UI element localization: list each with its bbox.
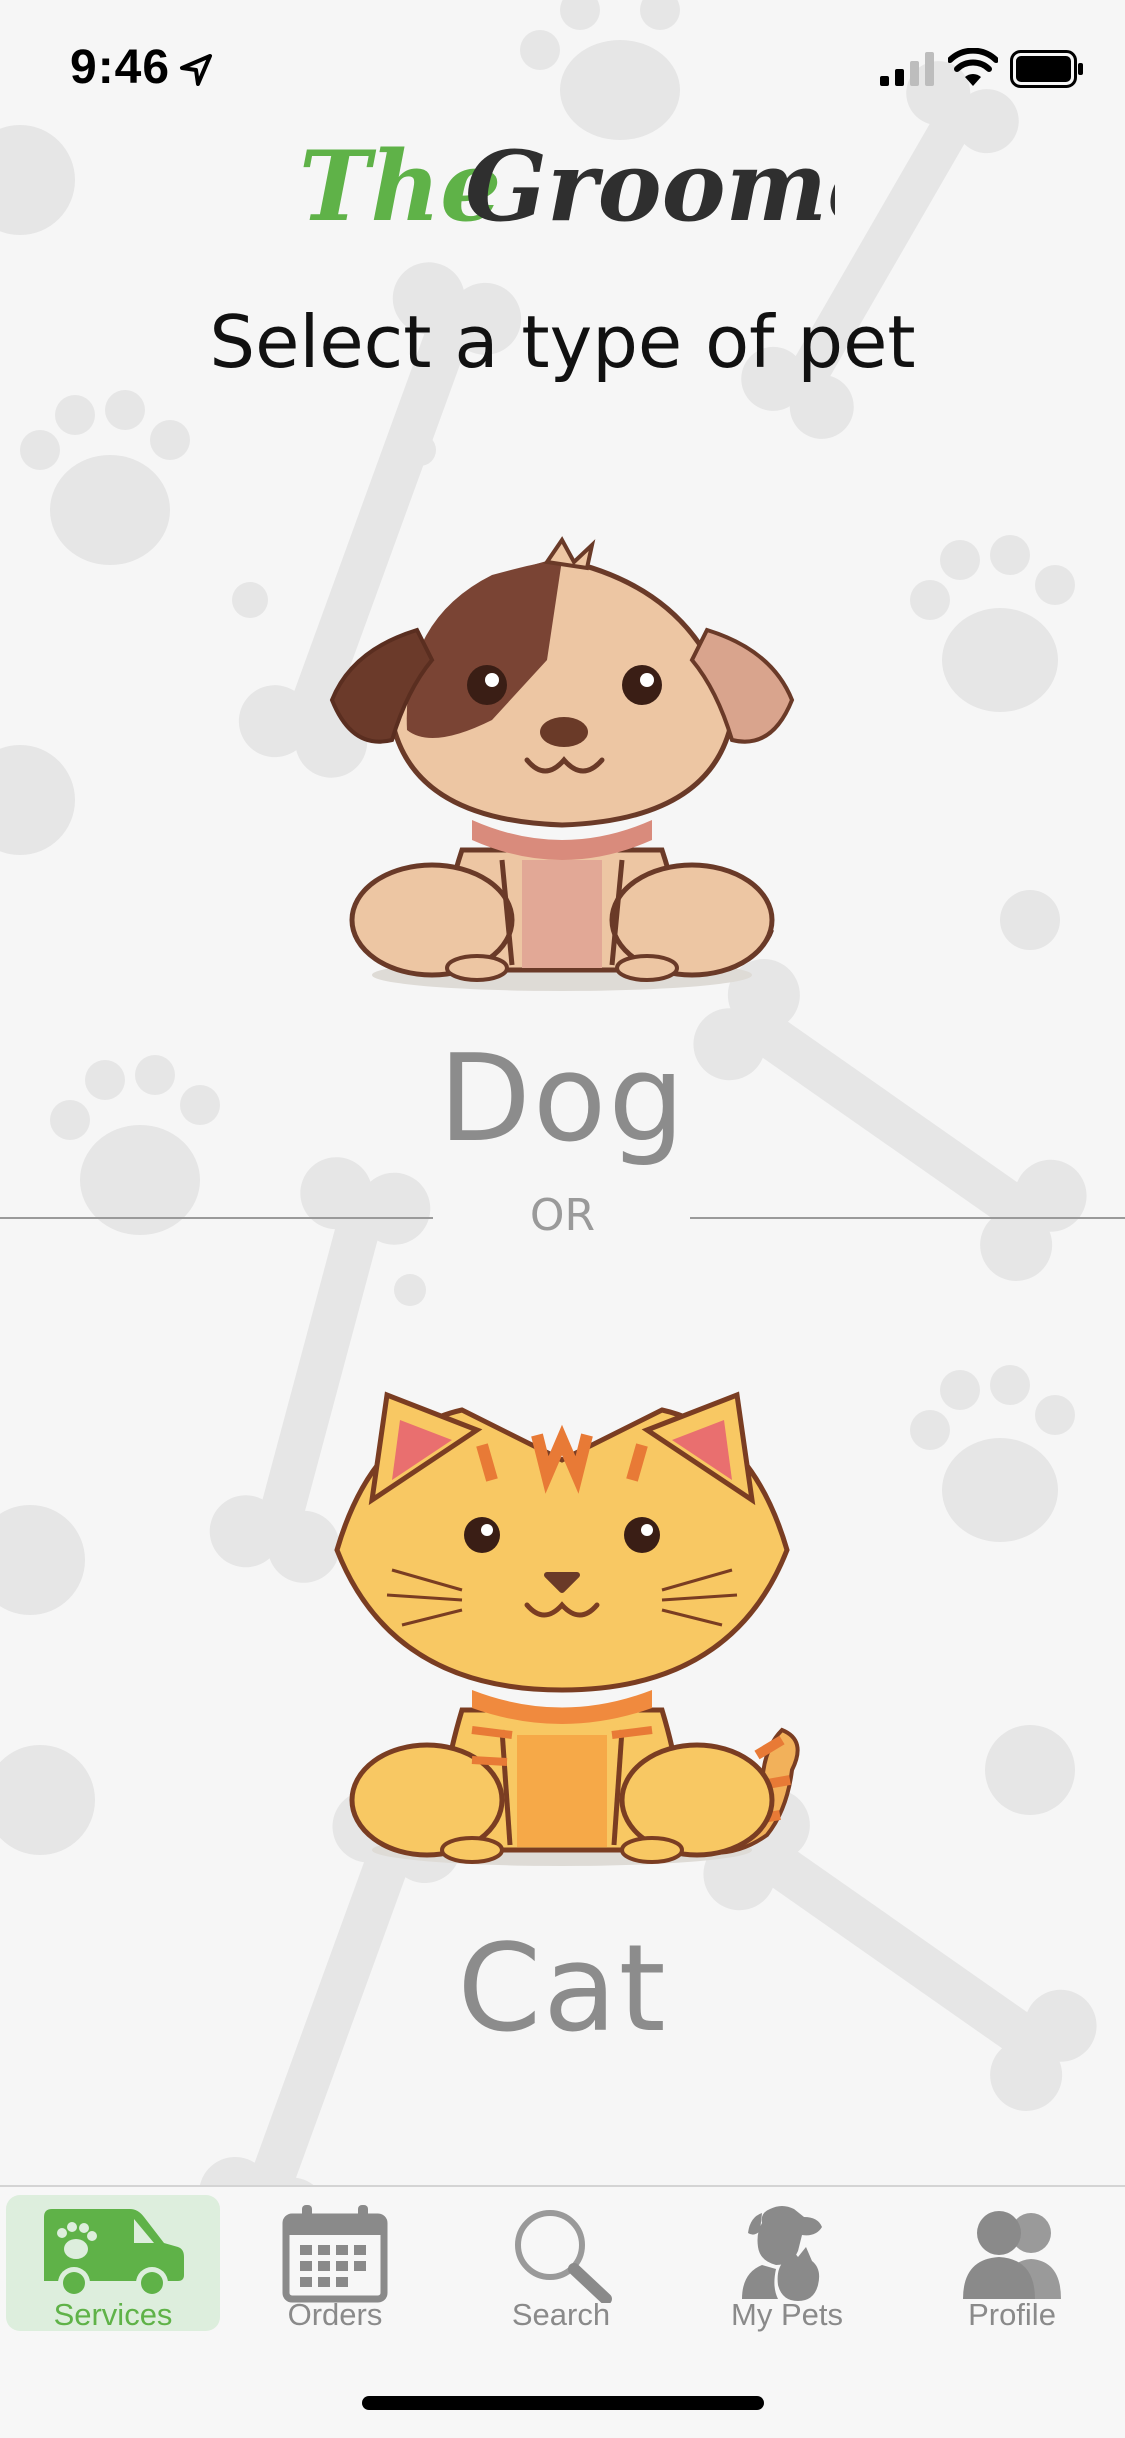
dog-illustration-icon	[329, 536, 795, 991]
home-indicator	[362, 2396, 764, 2410]
profile-icon	[963, 2211, 1061, 2299]
dog-label: Dog	[438, 1030, 687, 1169]
divider-right	[690, 1217, 1125, 1219]
app-logo: The Groomers	[299, 130, 835, 243]
location-arrow-icon	[180, 54, 212, 86]
magnifier-icon	[515, 2210, 612, 2303]
logo-text-groomers: Groomers	[465, 130, 835, 243]
cat-label: Cat	[457, 1920, 668, 2059]
tab-profile[interactable]: Profile	[905, 2195, 1119, 2332]
dog-option[interactable]: Dog	[0, 520, 1125, 1180]
tab-services[interactable]: Services	[6, 2195, 220, 2332]
status-bar: 9:46	[0, 0, 1125, 140]
calendar-icon	[282, 2205, 388, 2303]
cat-illustration-icon	[334, 1391, 800, 1866]
cat-option[interactable]: Cat	[0, 1390, 1125, 2059]
divider-or-text: OR	[529, 1190, 596, 1241]
tab-orders[interactable]: Orders	[228, 2195, 442, 2332]
cellular-signal-icon	[880, 52, 934, 86]
tab-search[interactable]: Search	[454, 2195, 668, 2332]
van-icon	[44, 2209, 184, 2299]
tab-label-services: Services	[53, 2297, 173, 2332]
page-title: Select a type of pet	[209, 300, 916, 384]
wifi-icon	[948, 48, 998, 86]
battery-icon	[1010, 50, 1083, 88]
status-time: 9:46	[70, 41, 171, 94]
tab-label-my-pets: My Pets	[731, 2297, 843, 2332]
tab-label-orders: Orders	[287, 2297, 383, 2332]
tab-label-profile: Profile	[968, 2297, 1056, 2332]
tab-label-search: Search	[511, 2297, 611, 2332]
tab-my-pets[interactable]: My Pets	[680, 2195, 894, 2332]
pets-icon	[742, 2206, 822, 2301]
